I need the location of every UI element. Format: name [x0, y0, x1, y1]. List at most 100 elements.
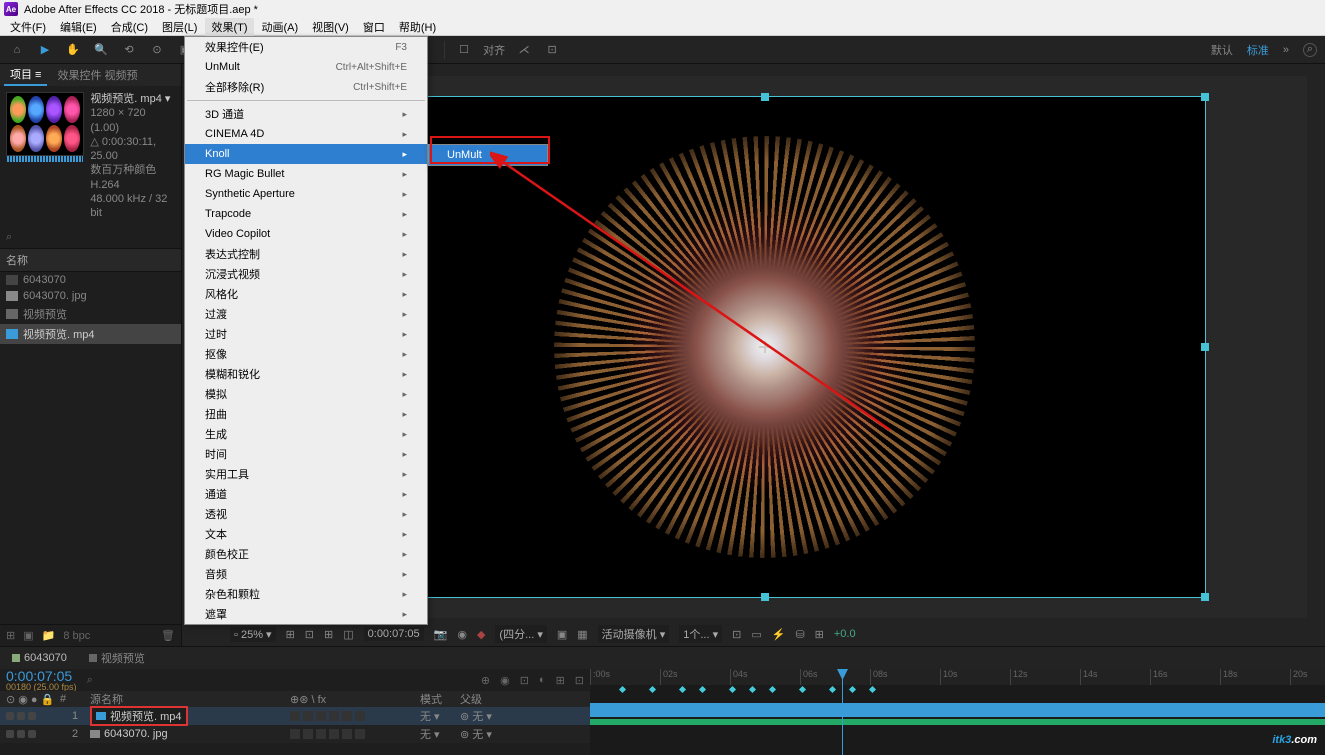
tl-switch-1[interactable]: ⊕	[481, 674, 490, 687]
interpret-icon[interactable]: ⊞	[6, 629, 15, 642]
menu-合成c[interactable]: 合成(C)	[105, 18, 154, 36]
transparency-icon[interactable]: ▦	[577, 628, 587, 641]
workspace-standard[interactable]: 标准	[1247, 42, 1269, 58]
menu-帮助h[interactable]: 帮助(H)	[393, 18, 442, 36]
snapshot-icon[interactable]: 📷	[434, 628, 448, 641]
time-ruler[interactable]: :00s02s04s06s08s10s12s14s16s18s20s	[590, 669, 1325, 685]
home-icon[interactable]: ⌂	[8, 41, 26, 59]
effect-menu-item[interactable]: 音频	[185, 564, 427, 584]
workspace-default[interactable]: 默认	[1211, 42, 1233, 58]
effect-menu-item[interactable]: Knoll	[185, 144, 427, 164]
zoom-tool-icon[interactable]: 🔍	[92, 41, 110, 59]
hand-tool-icon[interactable]: ✋	[64, 41, 82, 59]
roi-icon[interactable]: ▣	[557, 628, 567, 641]
project-item[interactable]: 6043070. jpg	[0, 288, 181, 304]
tl-switch-3[interactable]: ⊡	[520, 674, 529, 687]
menu-动画a[interactable]: 动画(A)	[256, 18, 305, 36]
tl-switch-4[interactable]: ◐	[539, 674, 546, 686]
trash-icon[interactable]: 🗑	[161, 629, 175, 642]
pixel-ar-icon[interactable]: ▭	[751, 628, 761, 641]
selection-tool-icon[interactable]: ▶	[36, 41, 54, 59]
effect-menu-item[interactable]: 全部移除(R)Ctrl+Shift+E	[185, 77, 427, 97]
comp-flow-icon[interactable]: ⊞	[815, 628, 824, 641]
effect-menu-item[interactable]: UnMultCtrl+Alt+Shift+E	[185, 57, 427, 77]
footage-thumbnail[interactable]	[6, 92, 84, 156]
project-search[interactable]: ⌕	[0, 227, 181, 248]
menu-效果t[interactable]: 效果(T)	[205, 18, 253, 36]
effect-menu-item[interactable]: 时间	[185, 444, 427, 464]
timeline-track-area[interactable]: :00s02s04s06s08s10s12s14s16s18s20s	[590, 669, 1325, 755]
timeline-tab-2[interactable]: 视频预览	[83, 648, 151, 668]
effect-menu-item[interactable]: 透视	[185, 504, 427, 524]
effect-menu-item[interactable]: 过渡	[185, 304, 427, 324]
menu-视图v[interactable]: 视图(V)	[306, 18, 355, 36]
effect-menu-item[interactable]: 模拟	[185, 384, 427, 404]
effect-menu-item[interactable]: 过时	[185, 324, 427, 344]
effect-menu-item[interactable]: Trapcode	[185, 204, 427, 224]
tl-switch-6[interactable]: ⊡	[575, 674, 584, 687]
effect-menu-item[interactable]: 抠像	[185, 344, 427, 364]
timeline-layer-row[interactable]: 1视频预览. mp4无 ▾⊚ 无 ▾	[0, 707, 590, 725]
layer-bar-1[interactable]	[590, 703, 1325, 717]
workspace-more-icon[interactable]: »	[1283, 44, 1289, 56]
menu-编辑e[interactable]: 编辑(E)	[54, 18, 103, 36]
effect-menu-item[interactable]: 杂色和颗粒	[185, 584, 427, 604]
effect-menu-item[interactable]: 生成	[185, 424, 427, 444]
view-dropdown[interactable]: 1个... ▾	[679, 625, 722, 643]
exposure-value[interactable]: +0.0	[834, 628, 856, 640]
effect-menu-item[interactable]: 遮罩	[185, 604, 427, 624]
rotation-tool-icon[interactable]: ⊙	[148, 41, 166, 59]
project-item[interactable]: 视频预览. mp4	[0, 324, 181, 344]
effect-menu-item[interactable]: 颜色校正	[185, 544, 427, 564]
effect-menu-item[interactable]: Synthetic Aperture	[185, 184, 427, 204]
effect-menu-item[interactable]: 扭曲	[185, 404, 427, 424]
resolution-dropdown[interactable]: (四分... ▾	[495, 625, 546, 643]
effect-menu-item[interactable]: 风格化	[185, 284, 427, 304]
submenu-item-unmult[interactable]: UnMult	[429, 145, 547, 165]
grid-icon[interactable]: ⊞	[324, 628, 333, 641]
layer-bar-audio[interactable]	[590, 719, 1325, 725]
search-help-icon[interactable]: ⌕	[1303, 43, 1317, 57]
menu-图层l[interactable]: 图层(L)	[156, 18, 203, 36]
crop-icon[interactable]: ⊡	[732, 628, 741, 641]
effect-menu-item[interactable]: 文本	[185, 524, 427, 544]
anchor-point-icon[interactable]	[759, 341, 771, 353]
effect-menu-item[interactable]: 3D 通道	[185, 104, 427, 124]
show-snapshot-icon[interactable]: ◉	[457, 628, 467, 641]
guides-icon[interactable]: ◫	[343, 628, 353, 641]
menu-文件f[interactable]: 文件(F)	[4, 18, 52, 36]
menu-窗口[interactable]: 窗口	[357, 18, 391, 36]
snap-options-icon[interactable]: ⋌	[515, 41, 533, 59]
snap-extra-icon[interactable]: ⊡	[543, 41, 561, 59]
orbit-tool-icon[interactable]: ⟲	[120, 41, 138, 59]
new-comp-icon[interactable]: ▣	[23, 629, 33, 642]
effect-menu-item[interactable]: 通道	[185, 484, 427, 504]
timeline-layer-row[interactable]: 2 6043070. jpg无 ▾⊚ 无 ▾	[0, 725, 590, 743]
ruler-icon[interactable]: ⊡	[305, 628, 314, 641]
new-folder-icon[interactable]: 📁	[42, 629, 56, 642]
bpc-label[interactable]: 8 bpc	[63, 630, 90, 642]
tl-switch-2[interactable]: ◉	[500, 674, 510, 687]
timeline-search-icon[interactable]: ⌕	[87, 674, 93, 687]
tab-project[interactable]: 项目 ≡	[4, 64, 47, 86]
project-item[interactable]: 6043070	[0, 272, 181, 288]
tl-switch-5[interactable]: ⊞	[556, 674, 565, 687]
project-item[interactable]: 视频预览	[0, 304, 181, 324]
channel-icon[interactable]: ◆	[477, 628, 485, 641]
tab-effect-controls[interactable]: 效果控件 视频预	[51, 65, 143, 85]
fast-preview-icon[interactable]: ⚡	[772, 628, 786, 641]
effect-menu-item[interactable]: 沉浸式视频	[185, 264, 427, 284]
timeline-icon[interactable]: ⛁	[795, 628, 804, 641]
playhead[interactable]	[842, 669, 843, 755]
effect-menu-item[interactable]: CINEMA 4D	[185, 124, 427, 144]
effect-menu-item[interactable]: 效果控件(E)F3	[185, 37, 427, 57]
res-toggle-icon[interactable]: ⊞	[286, 628, 295, 641]
zoom-dropdown[interactable]: ▫ 25% ▾	[230, 627, 276, 642]
effect-menu-item[interactable]: Video Copilot	[185, 224, 427, 244]
camera-dropdown[interactable]: 活动摄像机 ▾	[598, 625, 670, 643]
effect-menu-item[interactable]: 表达式控制	[185, 244, 427, 264]
timeline-tab-1[interactable]: 6043070	[6, 650, 73, 666]
composition-canvas[interactable]	[325, 97, 1205, 597]
snapping-checkbox[interactable]: ☐	[455, 41, 473, 59]
current-time-display[interactable]: 0:00:07:05	[364, 627, 424, 641]
